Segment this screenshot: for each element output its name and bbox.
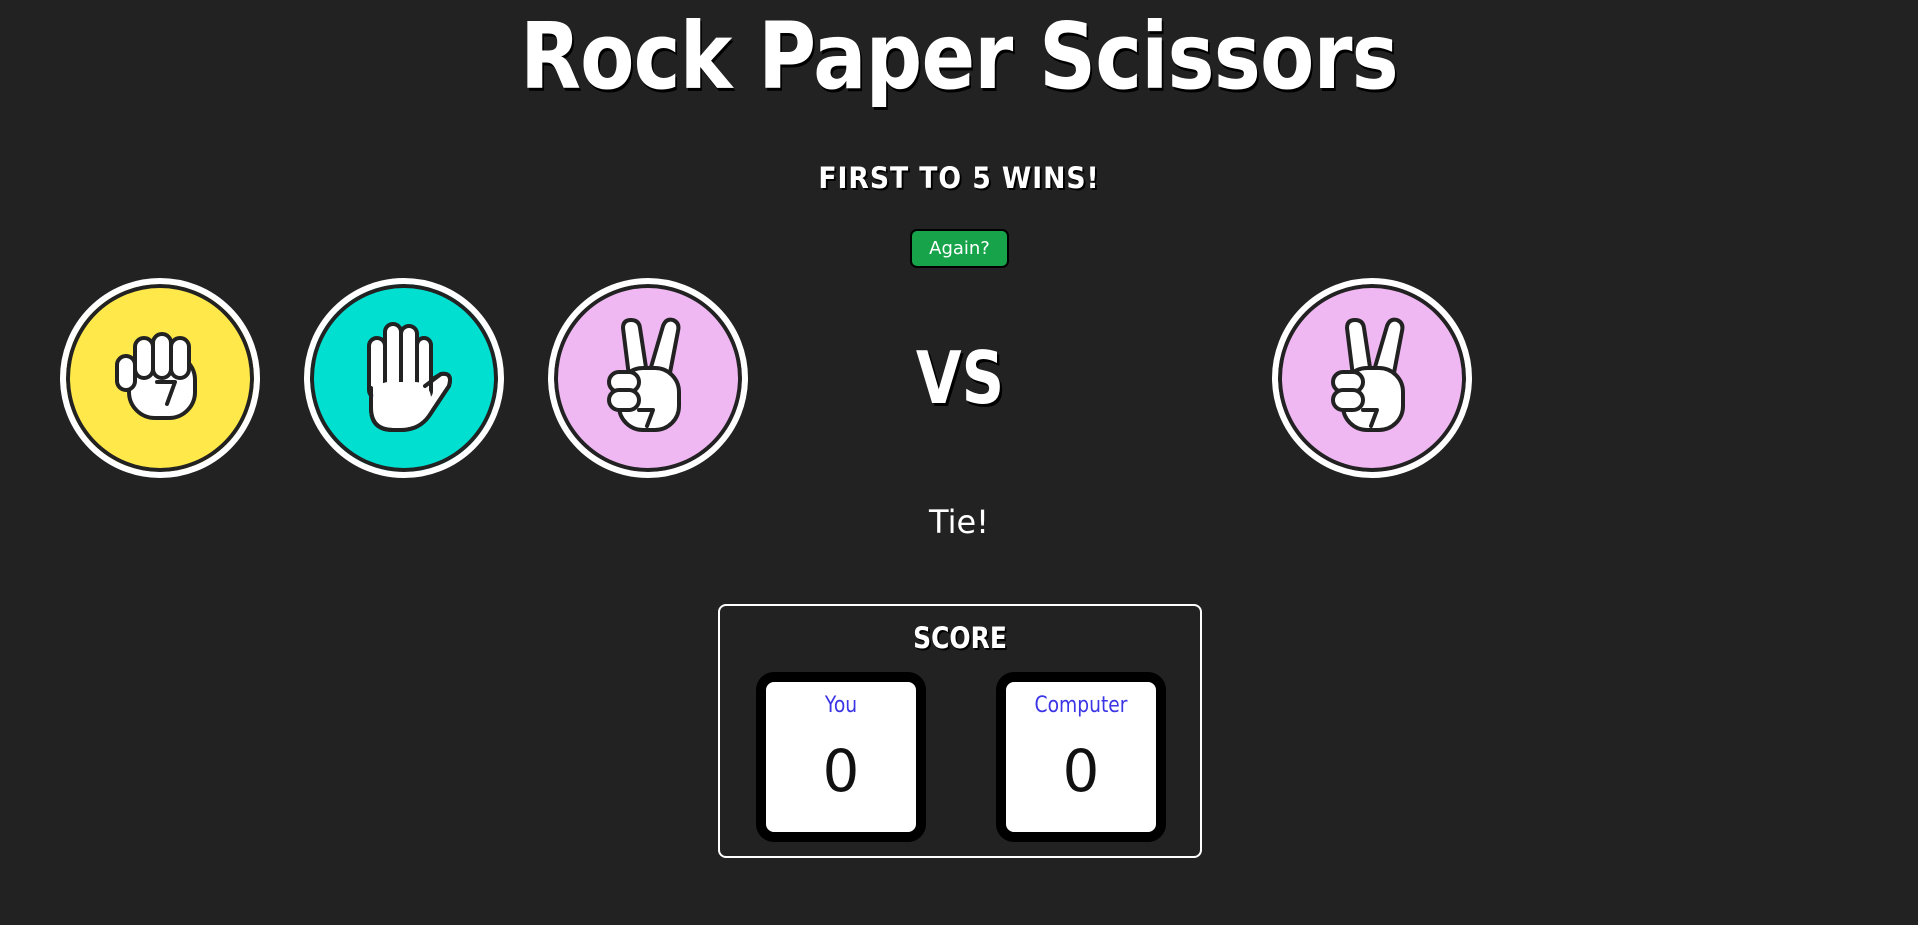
vs-label: VS (915, 336, 1005, 420)
player-score-value: 0 (822, 737, 860, 805)
fist-icon (105, 316, 215, 440)
round-result: Tie! (929, 503, 989, 541)
scissors-choice-button[interactable] (548, 278, 748, 478)
player-score-card: You 0 (756, 672, 926, 842)
game-page: Rock Paper Scissors FIRST TO 5 WINS! Aga… (0, 0, 1918, 925)
rules-subtitle: FIRST TO 5 WINS! (818, 161, 1100, 195)
score-title: SCORE (913, 621, 1007, 655)
rock-choice-button[interactable] (60, 278, 260, 478)
paper-choice-button[interactable] (304, 278, 504, 478)
page-title: Rock Paper Scissors (520, 3, 1399, 110)
computer-score-card: Computer 0 (996, 672, 1166, 842)
score-panel: SCORE You 0 Computer 0 (718, 604, 1202, 858)
again-button[interactable]: Again? (910, 229, 1009, 268)
computer-choice (1272, 278, 1472, 478)
computer-score-label: Computer (1034, 693, 1128, 718)
open-hand-icon (349, 316, 459, 440)
player-score-label: You (824, 693, 858, 718)
peace-sign-icon (1317, 316, 1427, 440)
computer-score-value: 0 (1062, 737, 1100, 805)
peace-sign-icon (593, 316, 703, 440)
